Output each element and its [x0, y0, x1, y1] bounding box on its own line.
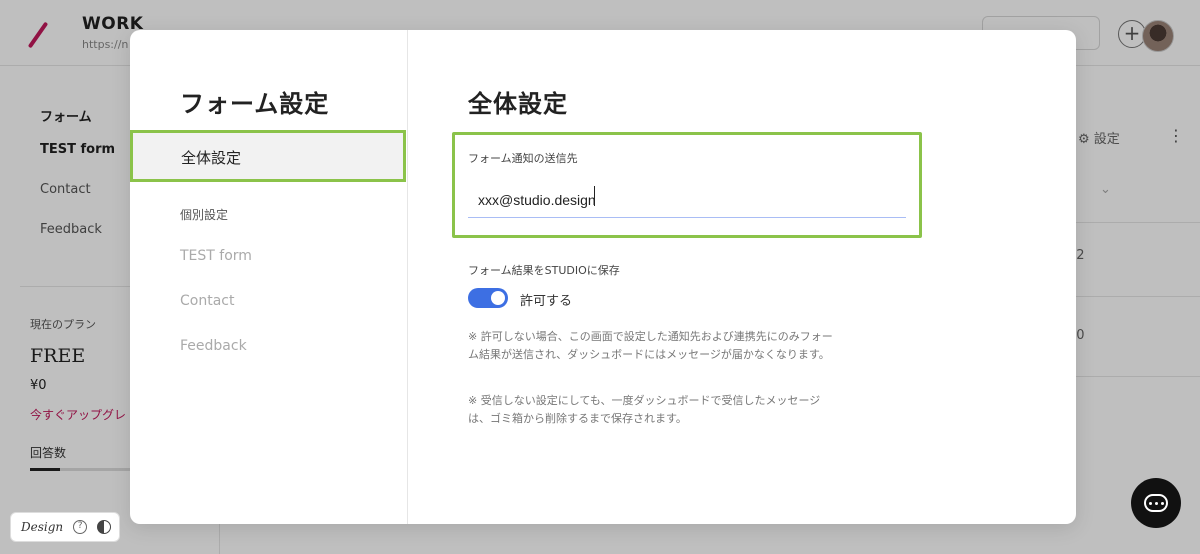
note-text: ※ 許可しない場合、この画面で設定した通知先および連携先にのみフォーム結果が送信…	[468, 330, 833, 361]
design-label[interactable]: Design	[21, 520, 63, 534]
sidebar-item-feedback[interactable]: Feedback	[180, 338, 247, 354]
notify-email-field[interactable]	[468, 182, 906, 218]
sidebar-item-label: 全体設定	[181, 149, 242, 167]
modal-sidebar: フォーム設定 全体設定 個別設定 TEST form Contact Feedb…	[130, 30, 408, 524]
sidebar-item-test-form[interactable]: TEST form	[180, 248, 252, 264]
chat-button[interactable]	[1131, 478, 1181, 528]
toggle-knob	[491, 291, 505, 305]
page-title: 全体設定	[468, 90, 568, 118]
design-toolbar: Design ?	[10, 512, 120, 542]
modal-content: 全体設定 フォーム通知の送信先 フォーム結果をSTUDIOに保存 許可する ※ …	[408, 30, 1076, 524]
modal-sidebar-title: フォーム設定	[180, 90, 330, 118]
chat-icon	[1144, 494, 1168, 512]
note-text: ※ 受信しない設定にしても、一度ダッシュボードで受信したメッセージは、ゴミ箱から…	[468, 394, 821, 425]
toggle-label: 許可する	[520, 294, 573, 309]
theme-toggle-icon[interactable]	[97, 520, 112, 534]
sidebar-item-contact[interactable]: Contact	[180, 293, 234, 309]
help-icon[interactable]: ?	[73, 520, 88, 534]
form-settings-modal: フォーム設定 全体設定 個別設定 TEST form Contact Feedb…	[130, 30, 1076, 524]
sidebar-group-label: 個別設定	[180, 208, 229, 222]
sidebar-item-general-settings[interactable]: 全体設定	[130, 130, 406, 182]
save-results-label: フォーム結果をSTUDIOに保存	[468, 264, 620, 277]
notify-field-label: フォーム通知の送信先	[468, 152, 578, 165]
save-results-toggle[interactable]	[468, 288, 508, 308]
text-caret	[594, 186, 595, 206]
